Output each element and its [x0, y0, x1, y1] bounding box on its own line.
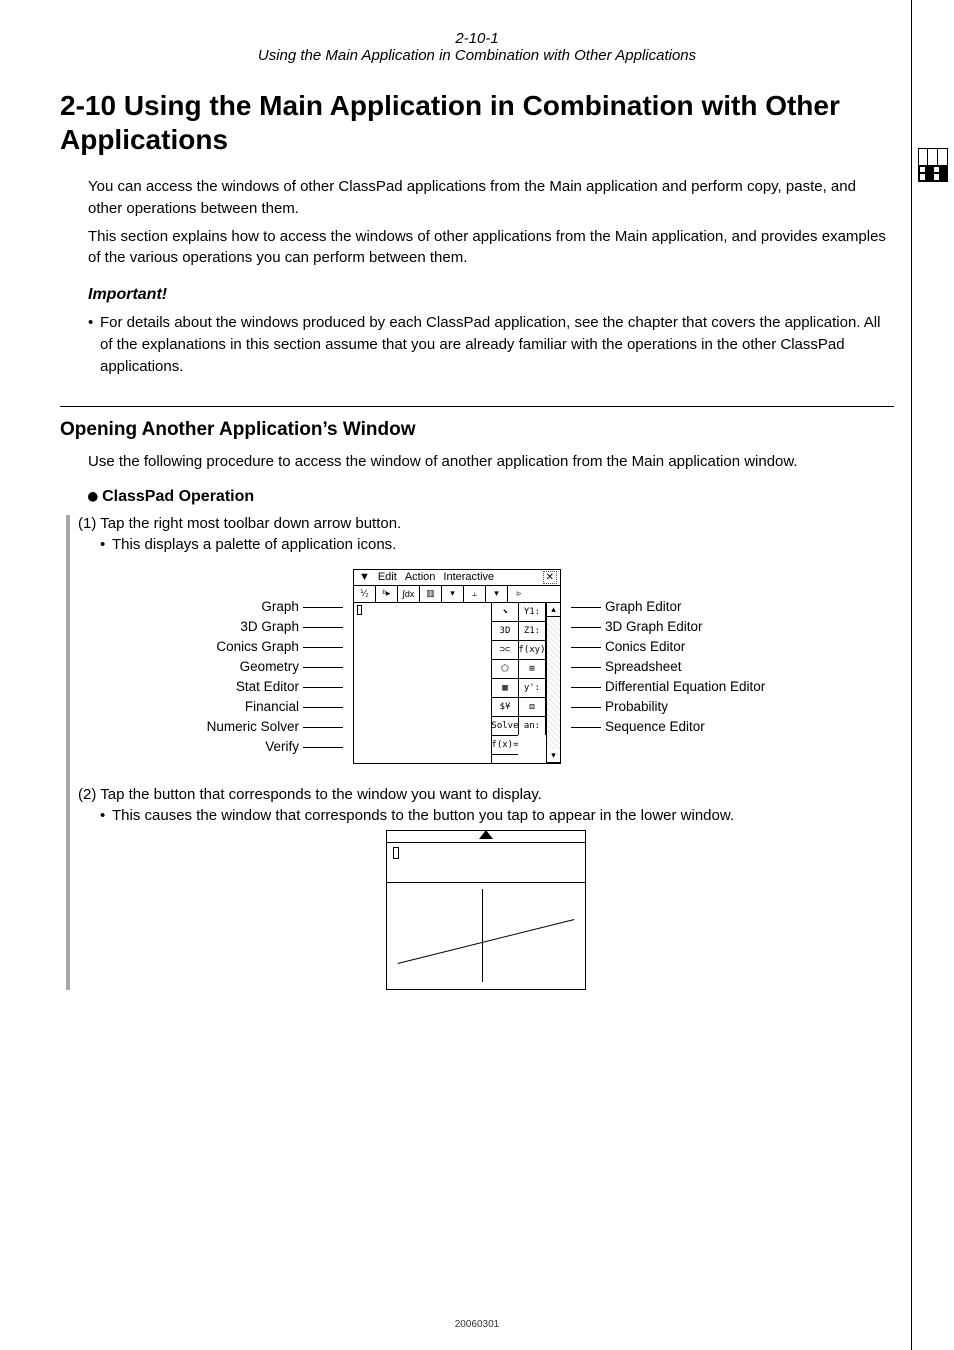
icon-col-left: ⬊ 3D ⊃⊂ ⬠ ▦ $¥ Solve f(x)= [492, 603, 519, 763]
toolbar-button[interactable]: ⫠ [464, 586, 486, 602]
close-icon[interactable]: ✕ [543, 571, 557, 584]
calculator-icon [918, 148, 948, 182]
important-bullet: • For details about the windows produced… [88, 312, 894, 377]
numeric-solver-icon[interactable]: Solve [491, 716, 519, 736]
menubar: ▼ Edit Action Interactive ✕ [354, 570, 560, 586]
probability-icon[interactable]: ⚄ [518, 697, 546, 717]
toolbar: ⅟₂ ᵇ▸ ∫dx ▥ ▾ ⫠ ▾ ▹ [354, 586, 560, 603]
upper-pane [387, 843, 585, 883]
menu-edit[interactable]: Edit [376, 571, 399, 583]
step-2-sub: •This causes the window that corresponds… [100, 807, 894, 824]
lower-window-figure [78, 830, 894, 990]
classpad-operation-heading: ● ClassPad Operation [88, 484, 894, 508]
application-palette: ▼ Edit Action Interactive ✕ ⅟₂ ᵇ▸ ∫dx ▥ … [353, 569, 561, 764]
step-2: (2) Tap the button that corresponds to t… [78, 786, 894, 803]
toolbar-button[interactable]: ▥ [420, 586, 442, 602]
section-title: 2-10 Using the Main Application in Combi… [60, 89, 894, 156]
stat-editor-icon[interactable]: ▦ [491, 678, 519, 698]
menu-interactive[interactable]: Interactive [441, 571, 496, 583]
footer-date: 20060301 [0, 1319, 954, 1330]
subheading: Opening Another Application’s Window [60, 419, 894, 441]
geometry-icon[interactable]: ⬠ [491, 659, 519, 679]
conics-graph-icon[interactable]: ⊃⊂ [491, 640, 519, 660]
separator [60, 406, 894, 407]
verify-icon[interactable]: f(x)= [491, 735, 519, 755]
toolbar-button[interactable]: ▾ [442, 586, 464, 602]
graph-editor-icon[interactable]: Y1: [518, 602, 546, 622]
sub-intro: Use the following procedure to access th… [88, 451, 894, 473]
palette-diagram: Graph 3D Graph Conics Graph Geometry Sta… [78, 569, 894, 764]
toolbar-button[interactable]: ∫dx [398, 586, 420, 602]
step-1-sub: •This displays a palette of application … [100, 536, 894, 553]
3d-graph-editor-icon[interactable]: Z1: [518, 621, 546, 641]
scroll-up-icon[interactable]: ▴ [547, 603, 560, 617]
scroll-down-icon[interactable]: ▾ [547, 749, 560, 763]
intro-p1: You can access the windows of other Clas… [88, 176, 894, 220]
header-subtitle: Using the Main Application in Combinatio… [60, 47, 894, 64]
important-heading: Important! [88, 283, 894, 306]
diff-eq-editor-icon[interactable]: y': [518, 678, 546, 698]
conics-editor-icon[interactable]: f(xy) [518, 640, 546, 660]
icon-col-right: Y1: Z1: f(xy) ⊞ y': ⚄ an: [519, 603, 546, 763]
labels-right: Graph Editor 3D Graph Editor Conics Edit… [561, 569, 765, 737]
page-right-rule [911, 0, 912, 1350]
work-area [354, 603, 492, 763]
toolbar-button[interactable]: ⅟₂ [354, 586, 376, 602]
resize-handle-icon [387, 831, 585, 843]
intro-p2: This section explains how to access the … [88, 226, 894, 270]
toolbar-dropdown[interactable]: ▾ [486, 586, 508, 602]
menu-action[interactable]: Action [403, 571, 438, 583]
toolbar-expand-icon[interactable]: ▹ [508, 586, 530, 602]
graph-icon[interactable]: ⬊ [491, 602, 519, 622]
menu-logo-icon: ▼ [357, 571, 372, 583]
toolbar-button[interactable]: ᵇ▸ [376, 586, 398, 602]
step-1: (1) Tap the right most toolbar down arro… [78, 515, 894, 532]
3d-graph-icon[interactable]: 3D [491, 621, 519, 641]
header-number: 2-10-1 [60, 30, 894, 47]
spreadsheet-icon[interactable]: ⊞ [518, 659, 546, 679]
financial-icon[interactable]: $¥ [491, 697, 519, 717]
lower-pane [387, 883, 585, 989]
sequence-editor-icon[interactable]: an: [518, 716, 546, 736]
page-header: 2-10-1 Using the Main Application in Com… [60, 30, 894, 64]
labels-left: Graph 3D Graph Conics Graph Geometry Sta… [207, 569, 353, 757]
scrollbar[interactable]: ▴ ▾ [546, 603, 560, 763]
